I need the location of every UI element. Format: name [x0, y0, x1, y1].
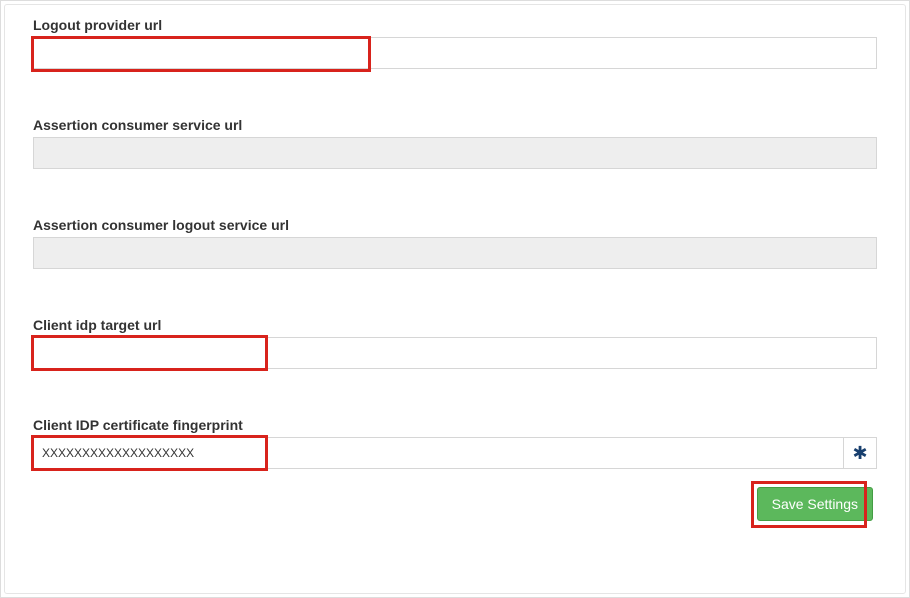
input-logout-provider-url[interactable] [33, 37, 877, 69]
input-assertion-logout-url [33, 237, 877, 269]
input-wrap-client-idp-fingerprint: ✱ [33, 437, 877, 469]
label-assertion-consumer-url: Assertion consumer service url [33, 117, 877, 133]
label-client-idp-target-url: Client idp target url [33, 317, 877, 333]
input-assertion-consumer-url [33, 137, 877, 169]
field-group-client-idp-fingerprint: Client IDP certificate fingerprint ✱ [33, 417, 877, 469]
button-row: Save Settings [33, 487, 877, 521]
page-frame: Logout provider url Assertion consumer s… [0, 0, 910, 598]
input-wrap-assertion-logout-url [33, 237, 877, 269]
input-wrap-assertion-consumer-url [33, 137, 877, 169]
asterisk-icon: ✱ [852, 443, 867, 464]
field-group-logout-provider-url: Logout provider url [33, 17, 877, 69]
field-group-assertion-logout-url: Assertion consumer logout service url [33, 217, 877, 269]
input-client-idp-fingerprint[interactable] [33, 437, 843, 469]
input-wrap-logout-provider-url [33, 37, 877, 69]
generate-fingerprint-button[interactable]: ✱ [843, 437, 877, 469]
fingerprint-row: ✱ [33, 437, 877, 469]
input-client-idp-target-url[interactable] [33, 337, 877, 369]
label-logout-provider-url: Logout provider url [33, 17, 877, 33]
label-client-idp-fingerprint: Client IDP certificate fingerprint [33, 417, 877, 433]
label-assertion-logout-url: Assertion consumer logout service url [33, 217, 877, 233]
settings-form-panel: Logout provider url Assertion consumer s… [4, 4, 906, 594]
input-wrap-client-idp-target-url [33, 337, 877, 369]
save-settings-button[interactable]: Save Settings [757, 487, 873, 521]
field-group-client-idp-target-url: Client idp target url [33, 317, 877, 369]
field-group-assertion-consumer-url: Assertion consumer service url [33, 117, 877, 169]
save-button-wrap: Save Settings [757, 487, 873, 521]
